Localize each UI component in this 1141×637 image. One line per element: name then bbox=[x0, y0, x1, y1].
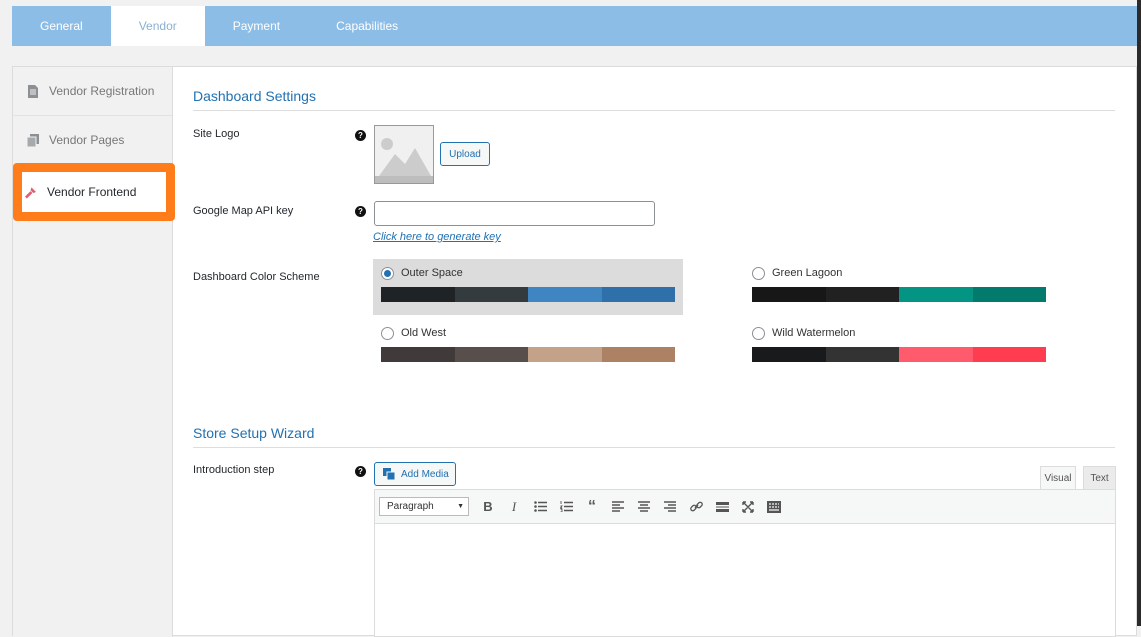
dropdown-arrow-icon: ▼ bbox=[457, 503, 464, 510]
pages-icon bbox=[27, 133, 39, 147]
swatch bbox=[601, 347, 675, 362]
add-media-label: Add Media bbox=[401, 468, 449, 480]
bold-icon[interactable]: B bbox=[475, 496, 501, 518]
scheme-name: Outer Space bbox=[401, 267, 463, 279]
introduction-step-label: Introduction step bbox=[193, 464, 275, 476]
align-center-icon[interactable] bbox=[631, 496, 657, 518]
sidebar-item-vendor-pages[interactable]: Vendor Pages bbox=[13, 116, 172, 165]
window-edge bbox=[1137, 0, 1141, 626]
sidebar-item-vendor-registration[interactable]: Vendor Registration bbox=[13, 67, 172, 116]
upload-button[interactable]: Upload bbox=[440, 142, 490, 166]
color-swatches bbox=[752, 287, 1046, 302]
swatch bbox=[825, 347, 899, 362]
tab-visual[interactable]: Visual bbox=[1040, 466, 1076, 489]
swatch bbox=[752, 347, 826, 362]
add-media-button[interactable]: Add Media bbox=[374, 462, 456, 486]
bullet-list-icon[interactable] bbox=[527, 496, 553, 518]
sidebar-item-vendor-frontend[interactable]: Vendor Frontend bbox=[13, 163, 175, 221]
introduction-editor[interactable]: Paragraph ▼ B I “ bbox=[374, 489, 1116, 637]
document-icon bbox=[28, 84, 38, 98]
help-icon[interactable]: ? bbox=[355, 130, 366, 141]
swatch bbox=[899, 287, 973, 302]
scheme-name: Wild Watermelon bbox=[772, 327, 856, 339]
swatch bbox=[752, 287, 826, 302]
fullscreen-icon[interactable] bbox=[735, 496, 761, 518]
swatch bbox=[528, 347, 602, 362]
vendor-sidebar: Vendor Registration Vendor Pages Vendor … bbox=[13, 67, 175, 637]
italic-icon[interactable]: I bbox=[501, 496, 527, 518]
tab-capabilities[interactable]: Capabilities bbox=[308, 6, 426, 46]
swatch bbox=[454, 347, 528, 362]
scheme-green-lagoon[interactable]: Green Lagoon bbox=[744, 259, 1054, 315]
tab-text[interactable]: Text bbox=[1083, 466, 1116, 489]
tab-vendor[interactable]: Vendor bbox=[110, 6, 205, 46]
format-value: Paragraph bbox=[387, 501, 434, 512]
radio-button[interactable] bbox=[752, 266, 765, 280]
dashboard-settings-title: Dashboard Settings bbox=[193, 88, 1115, 111]
toolbar-toggle-icon[interactable] bbox=[761, 496, 787, 518]
tab-general[interactable]: General bbox=[12, 6, 111, 46]
radio-button[interactable] bbox=[381, 266, 394, 280]
color-scheme-label: Dashboard Color Scheme bbox=[193, 271, 320, 283]
image-placeholder-icon bbox=[375, 126, 433, 183]
link-icon[interactable] bbox=[683, 496, 709, 518]
radio-button[interactable] bbox=[752, 326, 765, 340]
color-swatches bbox=[381, 347, 675, 362]
logo-placeholder-image[interactable] bbox=[374, 125, 434, 184]
help-icon[interactable]: ? bbox=[355, 206, 366, 217]
blockquote-icon[interactable]: “ bbox=[579, 496, 605, 518]
sidebar-item-label: Vendor Frontend bbox=[47, 185, 137, 199]
format-select[interactable]: Paragraph ▼ bbox=[379, 497, 469, 516]
align-right-icon[interactable] bbox=[657, 496, 683, 518]
radio-button[interactable] bbox=[381, 326, 394, 340]
scheme-outer-space[interactable]: Outer Space bbox=[373, 259, 683, 315]
generate-key-link[interactable]: Click here to generate key bbox=[373, 231, 501, 243]
swatch bbox=[972, 347, 1046, 362]
scheme-name: Green Lagoon bbox=[772, 267, 843, 279]
read-more-icon[interactable] bbox=[709, 496, 735, 518]
swatch bbox=[825, 287, 899, 302]
swatch bbox=[381, 287, 455, 302]
gmap-api-key-label: Google Map API key bbox=[193, 205, 294, 217]
numbered-list-icon[interactable] bbox=[553, 496, 579, 518]
align-left-icon[interactable] bbox=[605, 496, 631, 518]
swatch bbox=[381, 347, 455, 362]
color-swatches bbox=[752, 347, 1046, 362]
swatch bbox=[454, 287, 528, 302]
swatch bbox=[601, 287, 675, 302]
help-icon[interactable]: ? bbox=[355, 466, 366, 477]
store-setup-wizard-title: Store Setup Wizard bbox=[193, 425, 1115, 448]
add-media-icon bbox=[383, 468, 395, 480]
editor-toolbar: Paragraph ▼ B I “ bbox=[375, 490, 1115, 524]
scheme-wild-watermelon[interactable]: Wild Watermelon bbox=[744, 319, 1054, 375]
top-strip bbox=[0, 0, 1141, 4]
gmap-api-key-input[interactable] bbox=[374, 201, 655, 226]
sidebar-item-label: Vendor Registration bbox=[49, 84, 155, 98]
settings-panel: Vendor Registration Vendor Pages Vendor … bbox=[12, 66, 1137, 637]
color-swatches bbox=[381, 287, 675, 302]
settings-tabs: General Vendor Payment Capabilities bbox=[12, 6, 1137, 46]
swatch bbox=[899, 347, 973, 362]
sidebar-item-label: Vendor Pages bbox=[49, 133, 125, 147]
scheme-name: Old West bbox=[401, 327, 447, 339]
tab-payment[interactable]: Payment bbox=[205, 6, 308, 46]
swatch bbox=[972, 287, 1046, 302]
scheme-old-west[interactable]: Old West bbox=[373, 319, 683, 375]
brush-icon bbox=[25, 186, 37, 198]
swatch bbox=[528, 287, 602, 302]
site-logo-label: Site Logo bbox=[193, 128, 240, 140]
